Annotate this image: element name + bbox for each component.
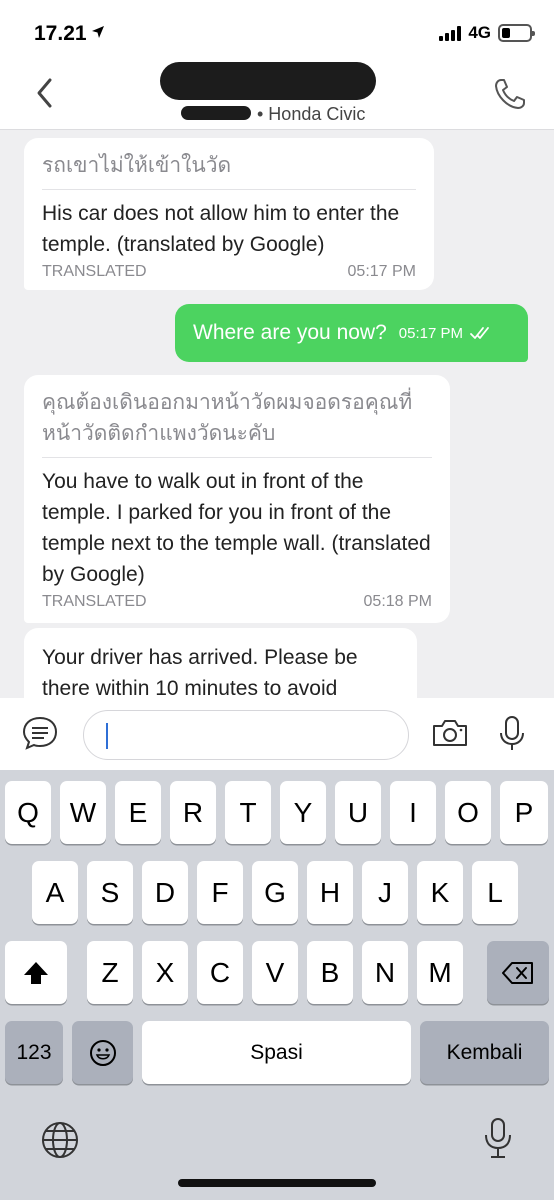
home-indicator[interactable] (178, 1179, 376, 1187)
chat-header: • Honda Civic (0, 62, 554, 130)
keyboard: Q W E R T Y U I O P A S D F G H J K L Z … (0, 770, 554, 1200)
translated-text: His car does not allow him to enter the … (42, 202, 400, 256)
camera-icon[interactable] (430, 714, 470, 752)
key-w[interactable]: W (60, 781, 106, 844)
outgoing-message: Where are you now? 05:17 PM (175, 304, 528, 362)
phone-icon[interactable] (492, 76, 528, 112)
key-e[interactable]: E (115, 781, 161, 844)
key-g[interactable]: G (252, 861, 298, 924)
key-b[interactable]: B (307, 941, 353, 1004)
key-s[interactable]: S (87, 861, 133, 924)
read-ticks-icon (470, 327, 489, 339)
key-n[interactable]: N (362, 941, 408, 1004)
message-time: 05:17 PM (347, 263, 416, 280)
key-t[interactable]: T (225, 781, 271, 844)
location-arrow-icon (92, 26, 104, 38)
key-h[interactable]: H (307, 861, 353, 924)
network-label: 4G (468, 23, 491, 42)
key-i[interactable]: I (390, 781, 436, 844)
incoming-message: รถเขาไม่ให้เข้าในวัด His car does not al… (24, 138, 434, 290)
outgoing-text: Where are you now? (193, 321, 387, 344)
battery-icon (498, 24, 535, 42)
key-m[interactable]: M (417, 941, 463, 1004)
space-key[interactable]: Spasi (142, 1021, 411, 1084)
key-x[interactable]: X (142, 941, 188, 1004)
key-l[interactable]: L (472, 861, 518, 924)
dictation-icon[interactable] (481, 1116, 515, 1162)
emoji-key[interactable] (72, 1021, 133, 1084)
key-a[interactable]: A (32, 861, 78, 924)
incoming-message: คุณต้องเดินออกมาหน้าวัดผมจอดรอคุณที่หน้า… (24, 375, 450, 623)
status-bar: 17.21 4G (0, 0, 554, 62)
redacted-plate (181, 106, 251, 120)
key-f[interactable]: F (197, 861, 243, 924)
key-p[interactable]: P (500, 781, 548, 844)
delete-key[interactable] (487, 941, 549, 1004)
emoji-icon (89, 1039, 116, 1066)
redacted-driver-name (160, 62, 376, 100)
chat-thread[interactable]: รถเขาไม่ให้เข้าในวัด His car does not al… (0, 130, 554, 698)
system-message-text: Your driver has arrived. Please be there… (42, 646, 358, 698)
message-input-bar (0, 698, 554, 770)
return-key[interactable]: Kembali (420, 1021, 549, 1084)
microphone-icon[interactable] (492, 714, 532, 752)
shift-icon (24, 961, 48, 984)
original-text: คุณต้องเดินออกมาหน้าวัดผมจอดรอคุณที่หน้า… (42, 387, 432, 458)
incoming-message: Your driver has arrived. Please be there… (24, 628, 417, 698)
signal-icon (439, 25, 462, 41)
quick-replies-icon[interactable] (20, 714, 60, 752)
message-time: 05:17 PM (398, 324, 463, 342)
translated-label: TRANSLATED (42, 263, 147, 280)
status-indicators: 4G (439, 23, 535, 43)
backspace-icon (502, 961, 533, 984)
numbers-key[interactable]: 123 (5, 1021, 63, 1084)
shift-key[interactable] (5, 941, 67, 1004)
key-o[interactable]: O (445, 781, 491, 844)
translated-text: You have to walk out in front of the tem… (42, 470, 431, 586)
key-y[interactable]: Y (280, 781, 326, 844)
key-d[interactable]: D (142, 861, 188, 924)
key-z[interactable]: Z (87, 941, 133, 1004)
back-chevron-icon[interactable] (30, 76, 60, 110)
key-v[interactable]: V (252, 941, 298, 1004)
text-caret (106, 723, 108, 749)
key-u[interactable]: U (335, 781, 381, 844)
message-time: 05:18 PM (363, 593, 432, 610)
key-r[interactable]: R (170, 781, 216, 844)
key-c[interactable]: C (197, 941, 243, 1004)
status-time: 17.21 (34, 22, 87, 45)
original-text: รถเขาไม่ให้เข้าในวัด (42, 150, 416, 190)
message-input[interactable] (83, 710, 409, 760)
key-j[interactable]: J (362, 861, 408, 924)
globe-icon[interactable] (40, 1120, 80, 1160)
key-k[interactable]: K (417, 861, 463, 924)
vehicle-subtitle: • Honda Civic (257, 104, 366, 124)
key-q[interactable]: Q (5, 781, 51, 844)
translated-label: TRANSLATED (42, 593, 147, 610)
